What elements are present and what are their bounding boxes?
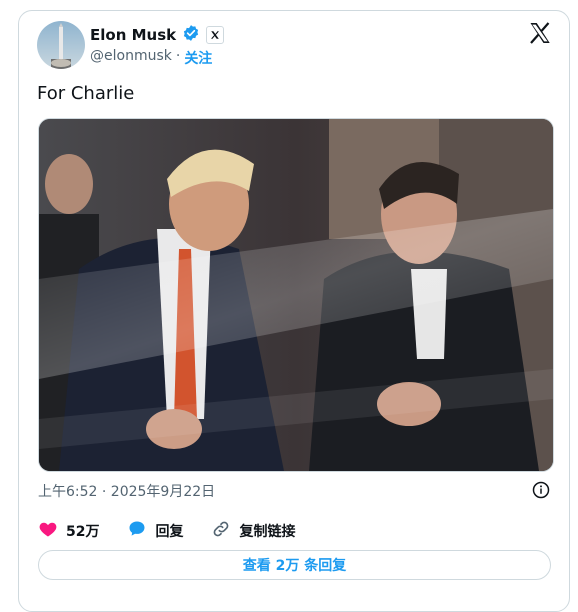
x-logo-icon[interactable] — [528, 21, 552, 45]
view-replies-label: 查看 2万 条回复 — [242, 558, 347, 574]
reply-button[interactable]: 回复 — [127, 519, 183, 543]
photo-image — [39, 119, 553, 471]
like-count: 52万 — [66, 524, 100, 540]
author-handle[interactable]: @elonmusk — [90, 48, 172, 68]
x-affiliate-icon[interactable] — [206, 26, 225, 44]
copy-link-label: 复制链接 — [239, 524, 296, 540]
info-icon[interactable] — [532, 481, 550, 499]
separator-dot: · — [175, 48, 181, 64]
tweet-timestamp[interactable]: 上午6:52 · 2025年9月22日 — [38, 481, 215, 501]
reply-bubble-icon — [127, 519, 147, 543]
avatar-image — [37, 21, 85, 69]
heart-icon — [38, 519, 58, 543]
follow-button[interactable]: 关注 — [184, 48, 212, 68]
copy-link-button[interactable]: 复制链接 — [211, 519, 295, 543]
view-replies-button[interactable]: 查看 2万 条回复 — [38, 550, 551, 580]
tweet-text: For Charlie — [37, 83, 135, 104]
link-icon — [211, 519, 231, 543]
verified-badge-icon — [182, 24, 200, 46]
like-button[interactable]: 52万 — [38, 519, 99, 543]
tweet-photo[interactable] — [38, 118, 554, 472]
author-name[interactable]: Elon Musk — [90, 26, 176, 44]
avatar[interactable] — [37, 21, 85, 69]
reply-label: 回复 — [155, 524, 184, 540]
